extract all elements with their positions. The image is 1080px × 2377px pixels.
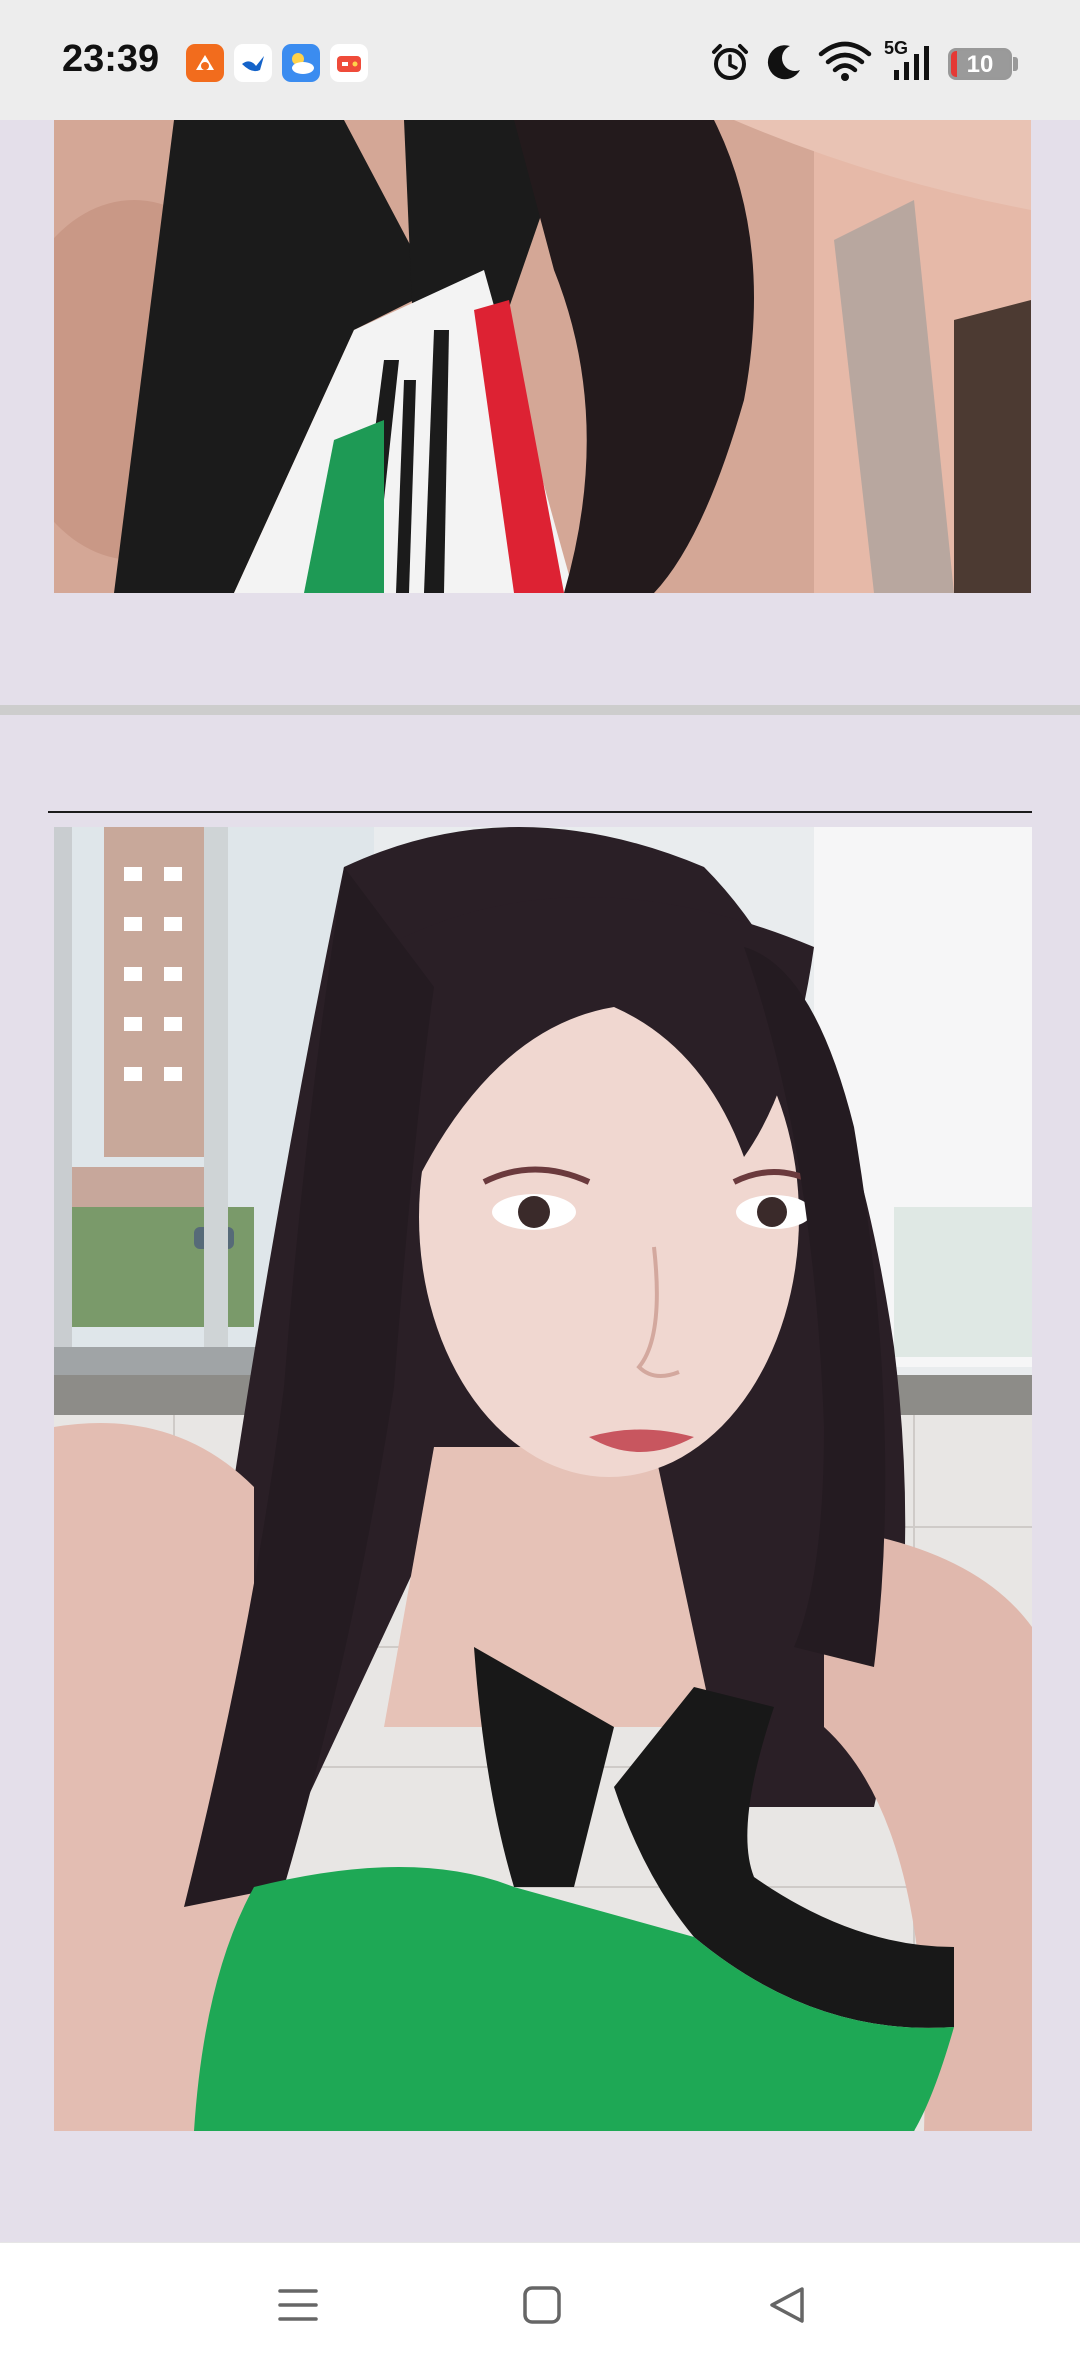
battery-nub <box>1013 57 1018 71</box>
orange-app-icon <box>186 44 224 82</box>
alarm-icon <box>712 44 748 80</box>
navigation-bar <box>0 2242 1080 2377</box>
photo-top-rule <box>48 811 1032 813</box>
menu-icon[interactable] <box>276 2283 320 2327</box>
home-icon[interactable] <box>520 2283 564 2327</box>
moon-icon <box>767 45 800 80</box>
top-photo[interactable] <box>54 120 1031 593</box>
signal-icon <box>894 46 929 80</box>
weather-app-icon <box>282 44 320 82</box>
status-bar: 23:39 5G 10 <box>0 0 1080 120</box>
red-game-app-icon <box>330 44 368 82</box>
section-divider <box>0 705 1080 715</box>
clock-time: 23:39 <box>62 38 160 80</box>
wifi-icon <box>818 41 872 81</box>
main-photo[interactable] <box>54 827 1032 2131</box>
back-icon[interactable] <box>764 2283 808 2327</box>
blue-bird-app-icon <box>234 44 272 82</box>
battery-icon: 10 <box>948 48 1012 80</box>
battery-level: 10 <box>966 51 994 78</box>
